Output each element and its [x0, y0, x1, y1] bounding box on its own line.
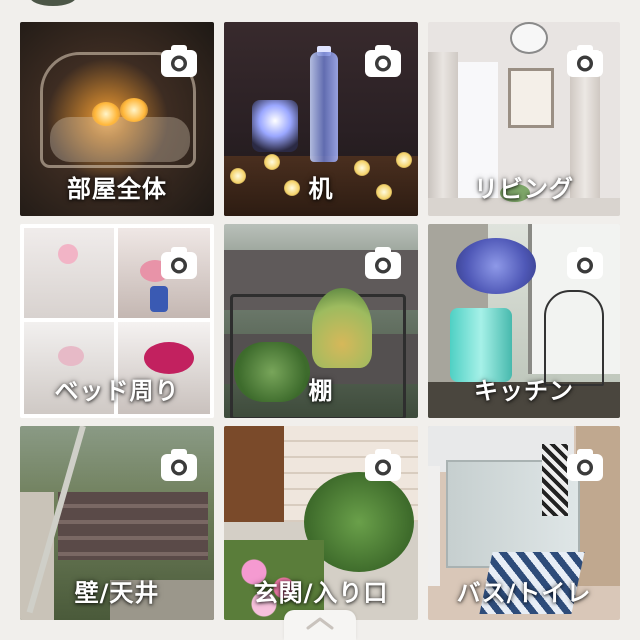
category-tile-kitchen[interactable]: キッチン [428, 224, 620, 418]
category-tile-entrance[interactable]: 玄関/入り口 [224, 426, 418, 620]
category-label: バス/トイレ [456, 579, 592, 607]
collapse-handle[interactable] [284, 610, 356, 640]
camera-icon [365, 449, 401, 481]
category-tile-wall-ceiling[interactable]: 壁/天井 [20, 426, 214, 620]
app-logo-fragment [30, 0, 76, 6]
room-category-grid: 部屋全体 机 リビング ベッド周り 棚 キッチン 壁/天井 玄関/入り口 バス/… [20, 22, 620, 620]
category-label: 壁/天井 [74, 579, 160, 607]
category-label: キッチン [474, 377, 574, 405]
camera-icon [161, 247, 197, 279]
camera-icon [365, 45, 401, 77]
category-tile-desk[interactable]: 机 [224, 22, 418, 216]
category-label: 玄関/入り口 [253, 579, 389, 607]
category-tile-bath-toilet[interactable]: バス/トイレ [428, 426, 620, 620]
camera-icon [161, 449, 197, 481]
camera-icon [161, 45, 197, 77]
camera-icon [567, 449, 603, 481]
camera-icon [567, 45, 603, 77]
category-tile-living[interactable]: リビング [428, 22, 620, 216]
camera-icon [567, 247, 603, 279]
category-tile-whole-room[interactable]: 部屋全体 [20, 22, 214, 216]
camera-icon [365, 247, 401, 279]
category-label: 机 [308, 175, 334, 203]
category-label: 棚 [308, 377, 334, 405]
chevron-up-icon [306, 617, 334, 630]
category-label: リビング [474, 175, 574, 203]
category-tile-bedside[interactable]: ベッド周り [20, 224, 214, 418]
category-label: 部屋全体 [67, 175, 167, 203]
category-label: ベッド周り [54, 377, 180, 405]
category-tile-shelf[interactable]: 棚 [224, 224, 418, 418]
